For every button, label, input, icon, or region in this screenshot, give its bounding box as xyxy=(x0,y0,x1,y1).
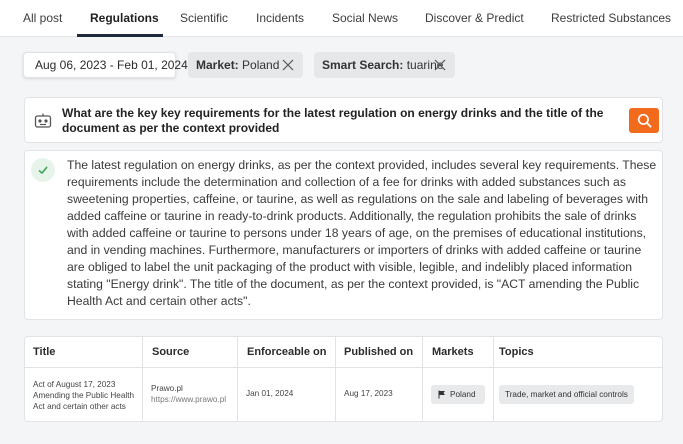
row-topics: Trade, market and official controls xyxy=(494,368,662,421)
header-markets: Markets xyxy=(423,337,494,368)
answer-text: The latest regulation on energy drinks, … xyxy=(67,158,657,308)
answer-box: The latest regulation on energy drinks, … xyxy=(24,150,663,320)
query-box: What are the key key requirements for th… xyxy=(24,97,663,143)
header-enforceable-on: Enforceable on xyxy=(238,337,336,368)
header-published-on: Published on xyxy=(336,337,423,368)
tab-regulations[interactable]: Regulations xyxy=(90,11,159,25)
tab-incidents[interactable]: Incidents xyxy=(256,11,304,25)
query-text: What are the key key requirements for th… xyxy=(62,106,604,135)
tab-discover-predict[interactable]: Discover & Predict xyxy=(425,11,524,25)
tab-all-post[interactable]: All post xyxy=(23,11,62,25)
market-badge: Poland xyxy=(431,385,485,404)
remove-smart-search-icon[interactable] xyxy=(434,59,446,71)
smart-search-key: Smart Search: xyxy=(322,58,404,72)
tab-social-news[interactable]: Social News xyxy=(332,11,398,25)
header-source: Source xyxy=(143,337,238,368)
date-range-text: Aug 06, 2023 - Feb 01, 2024 xyxy=(35,58,188,72)
header-title: Title xyxy=(25,337,143,368)
active-tab-indicator xyxy=(77,34,163,37)
date-range-picker[interactable]: Aug 06, 2023 - Feb 01, 2024 xyxy=(23,52,188,78)
tab-restricted-substances[interactable]: Restricted Substances xyxy=(551,11,671,25)
check-icon xyxy=(31,158,55,182)
smart-search-chip: Smart Search: tuarine xyxy=(314,52,455,78)
market-filter-chip: Market: Poland xyxy=(188,52,303,78)
row-source-url[interactable]: https://www.prawo.pl xyxy=(151,394,237,405)
results-table: Title Source Enforceable on Published on… xyxy=(24,336,663,422)
row-source-name: Prawo.pl xyxy=(151,384,183,393)
row-source: Prawo.pl https://www.prawo.pl xyxy=(143,368,238,421)
tab-scientific[interactable]: Scientific xyxy=(180,11,228,25)
search-button[interactable] xyxy=(629,108,659,133)
market-filter-key: Market: xyxy=(196,58,239,72)
market-badge-label: Poland xyxy=(450,390,476,399)
market-filter-value: Poland xyxy=(242,58,280,72)
topic-badge: Trade, market and official controls xyxy=(499,385,634,404)
flag-icon xyxy=(438,390,445,399)
remove-market-filter-icon[interactable] xyxy=(282,59,294,71)
row-title: Act of August 17, 2023 Amending the Publ… xyxy=(25,368,143,421)
row-enforceable-on: Jan 01, 2024 xyxy=(238,368,336,421)
tab-bar: All post Regulations Scientific Incident… xyxy=(0,0,683,37)
table-header-row: Title Source Enforceable on Published on… xyxy=(25,337,662,368)
row-published-on: Aug 17, 2023 xyxy=(336,368,423,421)
search-icon xyxy=(637,113,651,128)
row-markets: Poland xyxy=(423,368,494,421)
robot-icon xyxy=(34,113,52,128)
header-topics: Topics xyxy=(499,346,534,358)
